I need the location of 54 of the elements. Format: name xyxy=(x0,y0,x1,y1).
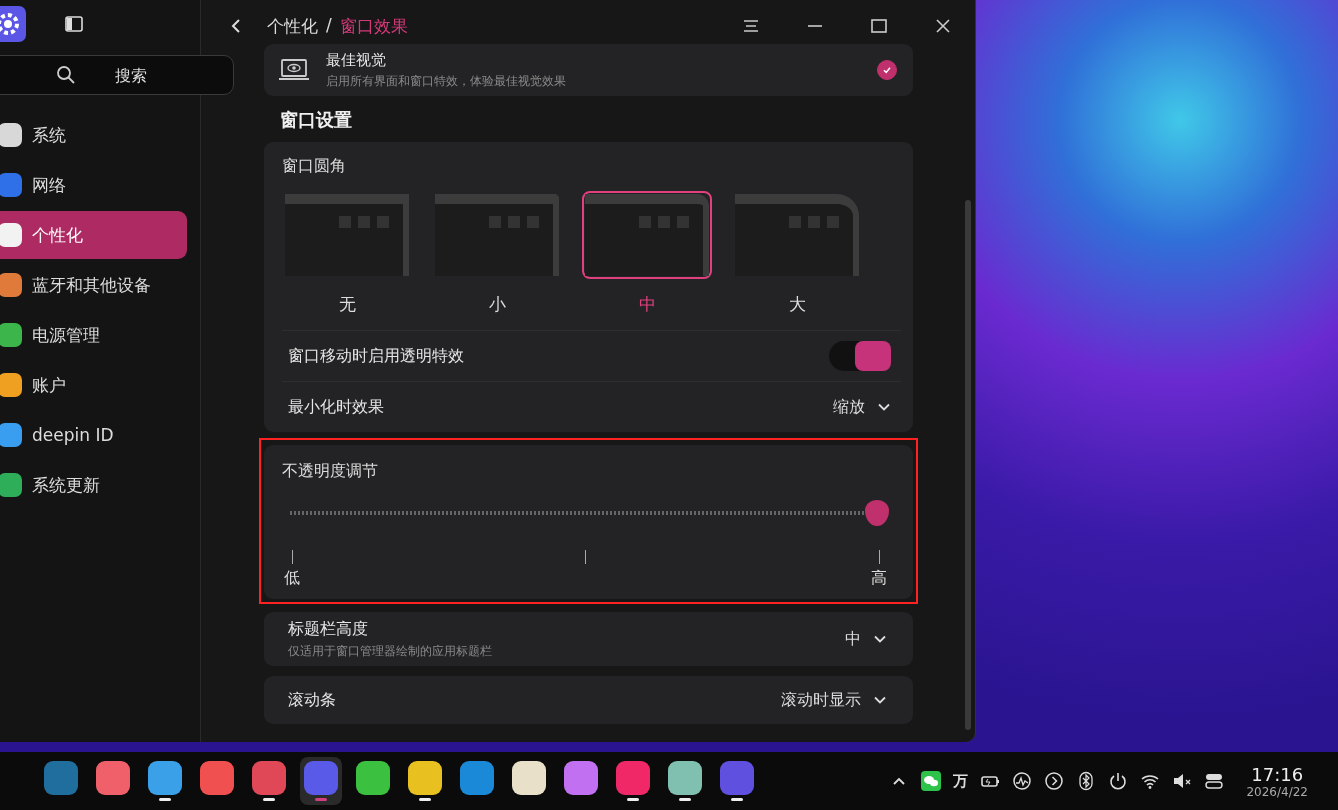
toggle-switch[interactable] xyxy=(829,341,891,371)
tick-label: 低 xyxy=(284,568,300,589)
sidebar-item[interactable]: 蓝牙和其他设备 xyxy=(0,261,187,309)
power-icon[interactable] xyxy=(1108,771,1129,791)
setting-label: 标题栏高度 xyxy=(288,618,369,640)
setting-label: 滚动条 xyxy=(288,689,336,711)
setting-description: 仅适用于窗口管理器绘制的应用标题栏 xyxy=(288,642,492,660)
effect-card[interactable]: 最佳视觉 启用所有界面和窗口特效，体验最佳视觉效果 xyxy=(264,44,913,96)
sidebar-item[interactable]: 系统更新 xyxy=(0,461,187,509)
sidebar-item[interactable]: 个性化 xyxy=(0,211,187,259)
sidebar-item[interactable]: 系统 xyxy=(0,111,187,159)
section-title: 窗口设置 xyxy=(280,108,353,132)
option-description: 启用所有界面和窗口特效，体验最佳视觉效果 xyxy=(326,72,566,90)
breadcrumb-item[interactable]: / xyxy=(326,14,332,38)
setting-label: 窗口移动时启用透明特效 xyxy=(288,345,464,367)
scrollbar[interactable] xyxy=(965,200,971,730)
search-field[interactable]: 搜索 xyxy=(0,55,234,95)
monitor-icon[interactable] xyxy=(1012,771,1033,791)
tick-mark xyxy=(878,550,880,564)
search-icon xyxy=(56,65,76,85)
corner-label: 中 xyxy=(638,293,656,316)
slider-thumb[interactable] xyxy=(865,500,889,526)
option-title: 最佳视觉 xyxy=(326,50,387,70)
laptop-eye-icon xyxy=(278,58,310,82)
tick-label: 高 xyxy=(871,568,887,589)
corner-label: 小 xyxy=(488,293,506,316)
gear-icon xyxy=(0,6,26,42)
corner-label: 大 xyxy=(788,293,806,316)
corner-label: 无 xyxy=(338,293,356,316)
check-icon[interactable] xyxy=(877,60,897,80)
tick-mark xyxy=(291,550,293,564)
corner-preview[interactable] xyxy=(582,191,712,279)
dropdown[interactable]: 中 xyxy=(845,628,887,650)
sidebar-item[interactable]: 网络 xyxy=(0,161,187,209)
dropdown[interactable]: 缩放 xyxy=(833,396,891,418)
sidebar-item[interactable]: 账户 xyxy=(0,361,187,409)
setting-label: 窗口圆角 xyxy=(282,156,347,177)
sidebar-toggle-icon[interactable] xyxy=(64,14,84,34)
tick-mark xyxy=(585,550,586,564)
toggles-icon[interactable] xyxy=(1204,771,1225,791)
arrow-circle-icon[interactable] xyxy=(1044,771,1065,791)
speaker-muted-icon[interactable] xyxy=(1172,771,1193,791)
chat-icon[interactable] xyxy=(921,771,942,791)
breadcrumb-item[interactable]: 个性化 xyxy=(267,14,318,38)
dropdown[interactable]: 滚动时显示 xyxy=(781,689,887,711)
maximize-icon[interactable] xyxy=(869,16,889,36)
setting-label: 最小化时效果 xyxy=(288,396,384,418)
sidebar-item[interactable]: 电源管理 xyxy=(0,311,187,359)
sidebar-item[interactable]: deepin ID xyxy=(0,411,187,459)
input-method-indicator[interactable]: 万 xyxy=(953,771,969,791)
clock-date[interactable]: 2026/4/22 xyxy=(1246,784,1308,799)
breadcrumb-item: 窗口效果 xyxy=(339,14,408,38)
setting-label: 不透明度调节 xyxy=(282,461,379,482)
clock-time[interactable]: 17:16 xyxy=(1251,763,1304,785)
